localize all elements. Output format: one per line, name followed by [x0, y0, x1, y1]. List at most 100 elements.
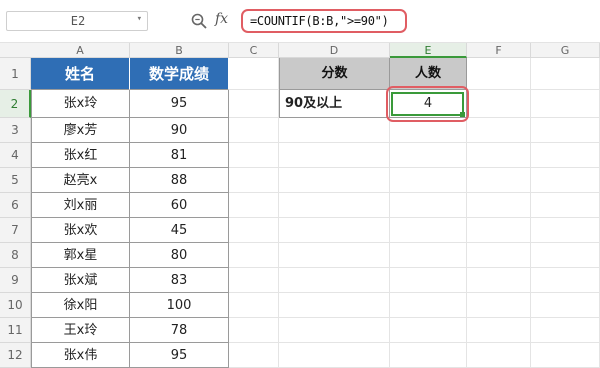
row-header-11[interactable]: 11 [0, 318, 31, 343]
grid-cell[interactable] [279, 293, 390, 318]
grid-cell[interactable] [390, 168, 467, 193]
grid-cell[interactable] [390, 218, 467, 243]
column-header-f[interactable]: F [467, 43, 531, 58]
grid-cell[interactable] [531, 118, 600, 143]
grid-cell[interactable] [467, 193, 531, 218]
formula-input[interactable]: =COUNTIF(B:B,">=90") [241, 9, 407, 33]
grid-cell[interactable] [229, 193, 279, 218]
grid-cell[interactable] [467, 118, 531, 143]
grid-cell[interactable] [390, 318, 467, 343]
row-header-1[interactable]: 1 [0, 58, 31, 90]
grid-cell[interactable] [279, 193, 390, 218]
grid-cell[interactable] [279, 143, 390, 168]
fx-icon[interactable]: fx [215, 11, 228, 27]
grid-cell[interactable] [390, 143, 467, 168]
math-score-cell[interactable]: 45 [130, 218, 229, 243]
chevron-down-icon[interactable]: ▾ [137, 14, 142, 24]
grid-cell[interactable] [279, 243, 390, 268]
grid-cell[interactable] [279, 118, 390, 143]
name-box[interactable]: E2 ▾ [6, 11, 148, 31]
row-header-6[interactable]: 6 [0, 193, 31, 218]
grid-cell[interactable] [229, 293, 279, 318]
grid-cell[interactable] [229, 268, 279, 293]
student-name-cell[interactable]: 王x玲 [31, 318, 130, 343]
grid-cell[interactable] [467, 268, 531, 293]
grid-cell[interactable] [467, 58, 531, 90]
grid-cell[interactable] [467, 318, 531, 343]
student-name-cell[interactable]: 廖x芳 [31, 118, 130, 143]
grid-cell[interactable] [229, 58, 279, 90]
row-header-2[interactable]: 2 [0, 90, 31, 118]
grid-cell[interactable] [279, 168, 390, 193]
column-header-b[interactable]: B [130, 43, 229, 58]
student-name-cell[interactable]: 赵亮x [31, 168, 130, 193]
grid-cell[interactable] [229, 118, 279, 143]
grid-cell[interactable] [467, 90, 531, 118]
student-name-cell[interactable]: 张x玲 [31, 90, 130, 118]
row-header-10[interactable]: 10 [0, 293, 31, 318]
column-header-a[interactable]: A [31, 43, 130, 58]
row-header-4[interactable]: 4 [0, 143, 31, 168]
grid-cell[interactable] [467, 293, 531, 318]
row-header-5[interactable]: 5 [0, 168, 31, 193]
row-header-9[interactable]: 9 [0, 268, 31, 293]
grid-cell[interactable] [229, 143, 279, 168]
grid-cell[interactable] [531, 293, 600, 318]
grid-cell[interactable] [279, 218, 390, 243]
grid-cell[interactable] [229, 90, 279, 118]
student-name-cell[interactable]: 张x红 [31, 143, 130, 168]
row-header-8[interactable]: 8 [0, 243, 31, 268]
grid-cell[interactable] [531, 343, 600, 368]
grid-cell[interactable] [467, 168, 531, 193]
column-header-g[interactable]: G [531, 43, 600, 58]
zoom-icon[interactable] [190, 12, 208, 30]
math-score-cell[interactable]: 95 [130, 343, 229, 368]
student-name-cell[interactable]: 张x斌 [31, 268, 130, 293]
row-header-12[interactable]: 12 [0, 343, 31, 368]
grid-cell[interactable] [531, 318, 600, 343]
grid-cell[interactable] [390, 293, 467, 318]
math-score-cell[interactable]: 88 [130, 168, 229, 193]
grid-cell[interactable] [531, 143, 600, 168]
grid-cell[interactable] [531, 243, 600, 268]
grid-cell[interactable] [229, 343, 279, 368]
grid-cell[interactable] [531, 168, 600, 193]
math-score-cell[interactable]: 60 [130, 193, 229, 218]
grid-cell[interactable] [229, 243, 279, 268]
math-score-cell[interactable]: 80 [130, 243, 229, 268]
score-range-label[interactable]: 90及以上 [279, 90, 390, 118]
grid-cell[interactable] [531, 268, 600, 293]
grid-cell[interactable] [390, 268, 467, 293]
grid-cell[interactable] [531, 218, 600, 243]
grid-cell[interactable] [279, 268, 390, 293]
grid-cell[interactable] [229, 168, 279, 193]
row-header-3[interactable]: 3 [0, 118, 31, 143]
grid-cell[interactable] [531, 193, 600, 218]
math-score-cell[interactable]: 83 [130, 268, 229, 293]
column-header-d[interactable]: D [279, 43, 390, 58]
student-name-cell[interactable]: 徐x阳 [31, 293, 130, 318]
column-header-c[interactable]: C [229, 43, 279, 58]
column-header-e[interactable]: E [390, 43, 467, 58]
math-score-cell[interactable]: 78 [130, 318, 229, 343]
grid-cell[interactable] [390, 243, 467, 268]
grid-cell[interactable] [467, 143, 531, 168]
math-score-cell[interactable]: 90 [130, 118, 229, 143]
grid-cell[interactable] [467, 343, 531, 368]
student-name-cell[interactable]: 刘x丽 [31, 193, 130, 218]
student-name-cell[interactable]: 张x伟 [31, 343, 130, 368]
grid-cell[interactable] [467, 243, 531, 268]
grid-cell[interactable] [390, 193, 467, 218]
grid-cell[interactable] [531, 58, 600, 90]
row-header-7[interactable]: 7 [0, 218, 31, 243]
student-name-cell[interactable]: 张x欢 [31, 218, 130, 243]
math-score-cell[interactable]: 81 [130, 143, 229, 168]
grid-cell[interactable] [531, 90, 600, 118]
math-score-cell[interactable]: 95 [130, 90, 229, 118]
grid-cell[interactable] [467, 218, 531, 243]
math-score-cell[interactable]: 100 [130, 293, 229, 318]
grid-cell[interactable] [229, 318, 279, 343]
grid-cell[interactable] [390, 343, 467, 368]
student-name-cell[interactable]: 郭x星 [31, 243, 130, 268]
grid-cell[interactable] [229, 218, 279, 243]
